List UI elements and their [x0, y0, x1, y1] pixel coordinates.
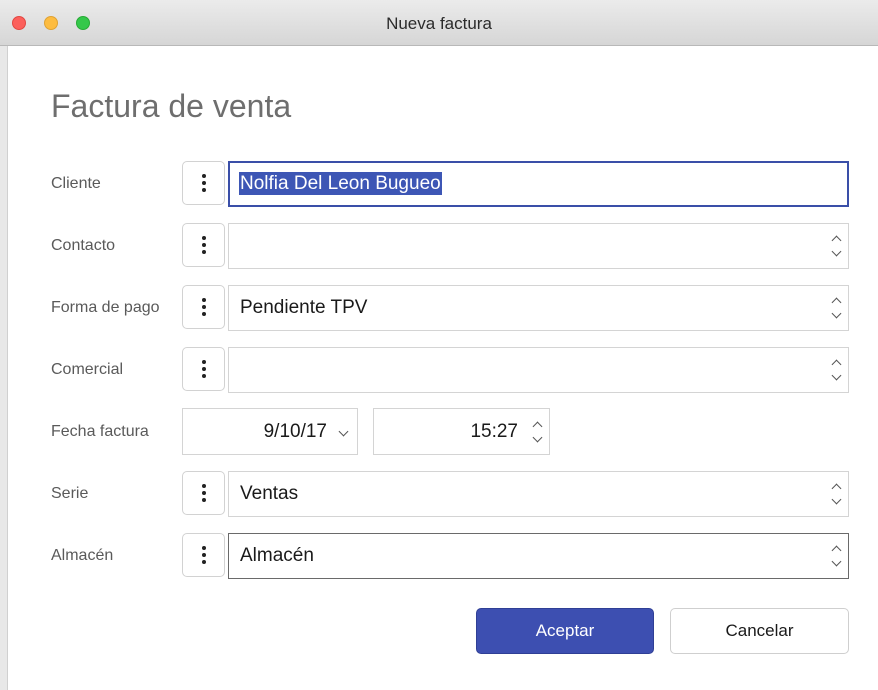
- chevron-down-icon: [532, 432, 542, 442]
- cliente-value: Nolfia Del Leon Bugueo: [239, 163, 442, 205]
- serie-stepper[interactable]: [828, 472, 844, 516]
- more-vertical-icon: [201, 360, 206, 378]
- chevron-up-icon: [831, 297, 841, 308]
- forma-pago-value: Pendiente TPV: [240, 297, 368, 318]
- more-vertical-icon: [201, 298, 206, 316]
- fecha-time-field[interactable]: 15:27: [373, 408, 550, 455]
- comercial-stepper[interactable]: [828, 348, 844, 392]
- almacen-stepper[interactable]: [828, 534, 844, 578]
- chevron-down-icon: [831, 370, 841, 381]
- chevron-up-icon: [831, 235, 841, 246]
- window-title: Nueva factura: [386, 14, 492, 33]
- form-heading: Factura de venta: [51, 88, 292, 124]
- almacen-menu-button[interactable]: [182, 533, 225, 577]
- contacto-select[interactable]: [228, 223, 849, 269]
- title-bar: Nueva factura: [0, 0, 878, 46]
- forma-pago-menu-button[interactable]: [182, 285, 225, 329]
- chevron-up-icon: [831, 483, 841, 494]
- contacto-stepper[interactable]: [828, 224, 844, 268]
- dialog-window: Nueva factura Factura de venta Cliente N…: [0, 0, 878, 690]
- forma-pago-stepper[interactable]: [828, 286, 844, 330]
- cliente-label: Cliente: [51, 175, 101, 192]
- chevron-down-icon: [338, 426, 349, 437]
- cancel-button[interactable]: Cancelar: [670, 608, 849, 654]
- chevron-up-icon: [831, 359, 841, 370]
- fecha-date-value: 9/10/17: [263, 421, 327, 442]
- chevron-up-icon: [831, 545, 841, 556]
- fecha-time-value: 15:27: [470, 421, 518, 442]
- comercial-menu-button[interactable]: [182, 347, 225, 391]
- cliente-menu-button[interactable]: [182, 161, 225, 205]
- window-edge: [0, 46, 8, 690]
- time-stepper[interactable]: [529, 409, 545, 454]
- fecha-date-picker[interactable]: 9/10/17: [182, 408, 358, 455]
- fecha-label: Fecha factura: [51, 423, 149, 440]
- more-vertical-icon: [201, 174, 206, 192]
- chevron-down-icon: [831, 308, 841, 319]
- serie-label: Serie: [51, 485, 89, 502]
- more-vertical-icon: [201, 236, 206, 254]
- almacen-label: Almacén: [51, 547, 114, 564]
- chevron-down-icon: [831, 494, 841, 505]
- forma-pago-select[interactable]: Pendiente TPV: [228, 285, 849, 331]
- serie-menu-button[interactable]: [182, 471, 225, 515]
- more-vertical-icon: [201, 546, 206, 564]
- comercial-select[interactable]: [228, 347, 849, 393]
- more-vertical-icon: [201, 484, 206, 502]
- forma-pago-label: Forma de pago: [51, 299, 160, 316]
- cliente-selected-text: Nolfia Del Leon Bugueo: [239, 172, 442, 195]
- serie-select[interactable]: Ventas: [228, 471, 849, 517]
- chevron-down-icon: [831, 246, 841, 257]
- serie-value: Ventas: [240, 483, 299, 504]
- contacto-menu-button[interactable]: [182, 223, 225, 267]
- almacen-select[interactable]: Almacén: [228, 533, 849, 579]
- comercial-label: Comercial: [51, 361, 124, 378]
- accept-button[interactable]: Aceptar: [476, 608, 654, 654]
- cliente-field[interactable]: Nolfia Del Leon Bugueo: [228, 161, 849, 207]
- almacen-value: Almacén: [240, 545, 314, 566]
- chevron-up-icon: [532, 421, 542, 431]
- contacto-label: Contacto: [51, 237, 116, 254]
- chevron-down-icon: [831, 556, 841, 567]
